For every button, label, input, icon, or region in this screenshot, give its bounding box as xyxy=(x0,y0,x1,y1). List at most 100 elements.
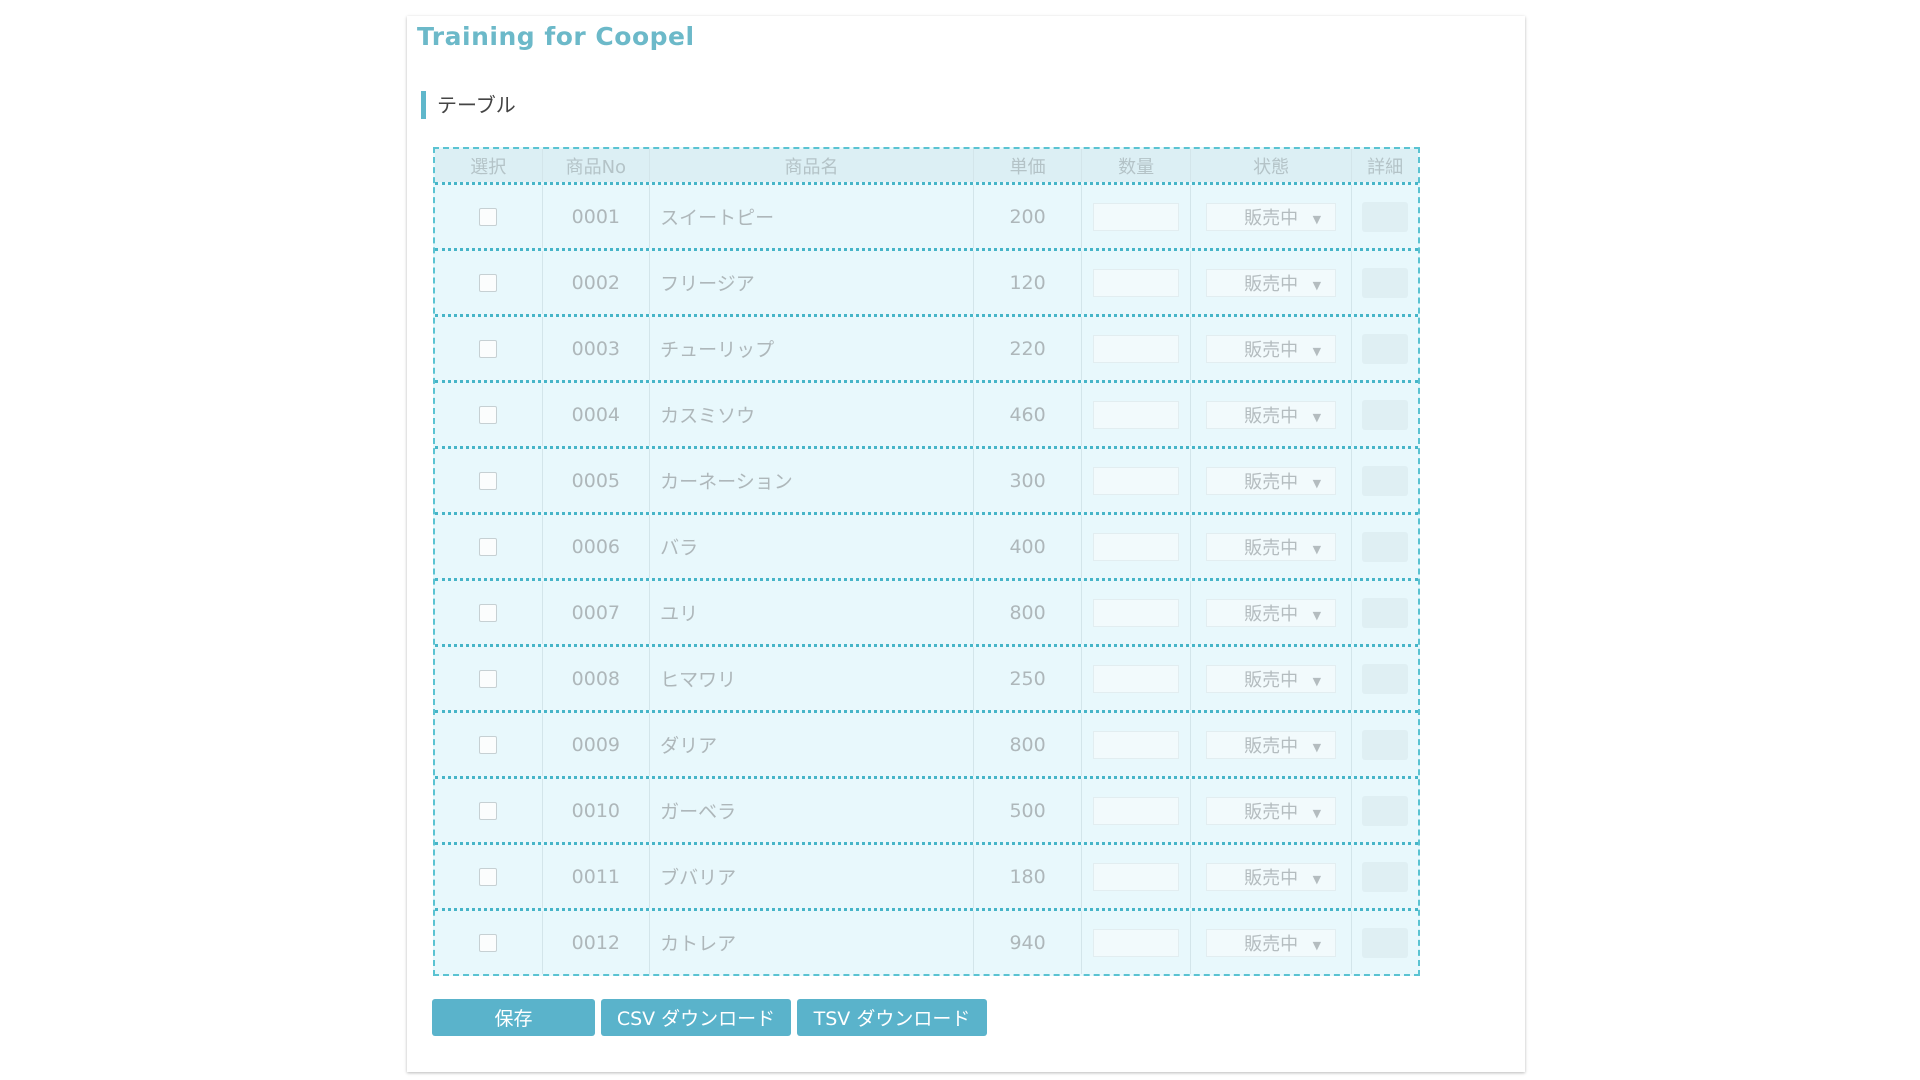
detail-cell xyxy=(1352,845,1418,908)
detail-cell xyxy=(1352,779,1418,842)
quantity-input[interactable] xyxy=(1093,928,1180,957)
status-select[interactable]: 販売中 ▼ xyxy=(1206,202,1337,231)
product-no-cell: 0001 xyxy=(543,185,651,248)
app-title: Training for Coopel xyxy=(417,22,695,51)
status-select[interactable]: 販売中 ▼ xyxy=(1206,928,1337,957)
chevron-down-icon: ▼ xyxy=(1312,212,1322,226)
quantity-input[interactable] xyxy=(1093,862,1180,891)
row-select-checkbox[interactable] xyxy=(479,867,498,886)
status-select[interactable]: 販売中 ▼ xyxy=(1206,862,1337,891)
row-select-checkbox[interactable] xyxy=(479,603,498,622)
detail-button[interactable] xyxy=(1362,399,1409,430)
product-name-cell: カトレア xyxy=(650,911,974,974)
product-name-cell: カスミソウ xyxy=(650,383,974,446)
section-heading: テーブル xyxy=(421,91,516,119)
quantity-cell xyxy=(1082,713,1191,776)
status-select-value: 販売中 xyxy=(1244,471,1299,493)
detail-button[interactable] xyxy=(1362,531,1409,562)
detail-button[interactable] xyxy=(1362,333,1409,364)
detail-cell xyxy=(1352,383,1418,446)
row-select-checkbox[interactable] xyxy=(479,933,498,952)
detail-cell xyxy=(1352,317,1418,380)
quantity-input[interactable] xyxy=(1093,730,1180,759)
row-select-checkbox[interactable] xyxy=(479,471,498,490)
save-button[interactable]: 保存 xyxy=(432,999,595,1036)
detail-cell xyxy=(1352,581,1418,644)
detail-cell xyxy=(1352,515,1418,578)
detail-button[interactable] xyxy=(1362,861,1409,892)
row-select-checkbox[interactable] xyxy=(479,735,498,754)
quantity-input[interactable] xyxy=(1093,664,1180,693)
status-select[interactable]: 販売中 ▼ xyxy=(1206,334,1337,363)
quantity-cell xyxy=(1082,317,1191,380)
tsv-download-button[interactable]: TSV ダウンロード xyxy=(797,999,987,1036)
select-cell xyxy=(435,647,543,710)
product-grid: 選択 商品No 商品名 単価 数量 状態 詳細 0001 スイートピー 200 販売中… xyxy=(433,147,1420,976)
quantity-cell xyxy=(1082,581,1191,644)
product-name-cell: ダリア xyxy=(650,713,974,776)
status-select[interactable]: 販売中 ▼ xyxy=(1206,598,1337,627)
grid-header-row: 選択 商品No 商品名 単価 数量 状態 詳細 xyxy=(435,149,1418,182)
chevron-down-icon: ▼ xyxy=(1312,476,1322,490)
quantity-cell xyxy=(1082,911,1191,974)
status-select-value: 販売中 xyxy=(1244,669,1299,691)
quantity-input[interactable] xyxy=(1093,532,1180,561)
detail-button[interactable] xyxy=(1362,663,1409,694)
product-name-cell: フリージア xyxy=(650,251,974,314)
quantity-cell xyxy=(1082,647,1191,710)
unit-price-cell: 300 xyxy=(974,449,1083,512)
unit-price-cell: 460 xyxy=(974,383,1083,446)
detail-cell xyxy=(1352,713,1418,776)
quantity-input[interactable] xyxy=(1093,202,1180,231)
table-row: 0008 ヒマワリ 250 販売中 ▼ xyxy=(435,644,1418,710)
status-select[interactable]: 販売中 ▼ xyxy=(1206,466,1337,495)
table-row: 0005 カーネーション 300 販売中 ▼ xyxy=(435,446,1418,512)
status-select[interactable]: 販売中 ▼ xyxy=(1206,532,1337,561)
detail-button[interactable] xyxy=(1362,201,1409,232)
detail-button[interactable] xyxy=(1362,729,1409,760)
quantity-input[interactable] xyxy=(1093,466,1180,495)
status-cell: 販売中 ▼ xyxy=(1191,251,1353,314)
table-row: 0002 フリージア 120 販売中 ▼ xyxy=(435,248,1418,314)
row-select-checkbox[interactable] xyxy=(479,801,498,820)
table-row: 0011 ブバリア 180 販売中 ▼ xyxy=(435,842,1418,908)
chevron-down-icon: ▼ xyxy=(1312,608,1322,622)
select-cell xyxy=(435,713,543,776)
column-header-product-name: 商品名 xyxy=(650,149,974,182)
table-row: 0001 スイートピー 200 販売中 ▼ xyxy=(435,182,1418,248)
status-select[interactable]: 販売中 ▼ xyxy=(1206,268,1337,297)
row-select-checkbox[interactable] xyxy=(479,339,498,358)
row-select-checkbox[interactable] xyxy=(479,273,498,292)
detail-button[interactable] xyxy=(1362,795,1409,826)
quantity-input[interactable] xyxy=(1093,268,1180,297)
row-select-checkbox[interactable] xyxy=(479,405,498,424)
detail-button[interactable] xyxy=(1362,597,1409,628)
quantity-cell xyxy=(1082,185,1191,248)
quantity-input[interactable] xyxy=(1093,598,1180,627)
status-select[interactable]: 販売中 ▼ xyxy=(1206,730,1337,759)
detail-button[interactable] xyxy=(1362,927,1409,958)
detail-cell xyxy=(1352,647,1418,710)
row-select-checkbox[interactable] xyxy=(479,537,498,556)
quantity-cell xyxy=(1082,251,1191,314)
status-select[interactable]: 販売中 ▼ xyxy=(1206,796,1337,825)
product-name-cell: ヒマワリ xyxy=(650,647,974,710)
quantity-input[interactable] xyxy=(1093,796,1180,825)
quantity-cell xyxy=(1082,449,1191,512)
product-name-cell: チューリップ xyxy=(650,317,974,380)
quantity-input[interactable] xyxy=(1093,400,1180,429)
detail-button[interactable] xyxy=(1362,465,1409,496)
status-select[interactable]: 販売中 ▼ xyxy=(1206,664,1337,693)
status-cell: 販売中 ▼ xyxy=(1191,383,1353,446)
row-select-checkbox[interactable] xyxy=(479,669,498,688)
quantity-input[interactable] xyxy=(1093,334,1180,363)
row-select-checkbox[interactable] xyxy=(479,207,498,226)
product-no-cell: 0011 xyxy=(543,845,651,908)
csv-download-button[interactable]: CSV ダウンロード xyxy=(601,999,791,1036)
status-cell: 販売中 ▼ xyxy=(1191,911,1353,974)
status-select[interactable]: 販売中 ▼ xyxy=(1206,400,1337,429)
unit-price-cell: 800 xyxy=(974,581,1083,644)
detail-button[interactable] xyxy=(1362,267,1409,298)
product-no-cell: 0002 xyxy=(543,251,651,314)
table-row: 0009 ダリア 800 販売中 ▼ xyxy=(435,710,1418,776)
